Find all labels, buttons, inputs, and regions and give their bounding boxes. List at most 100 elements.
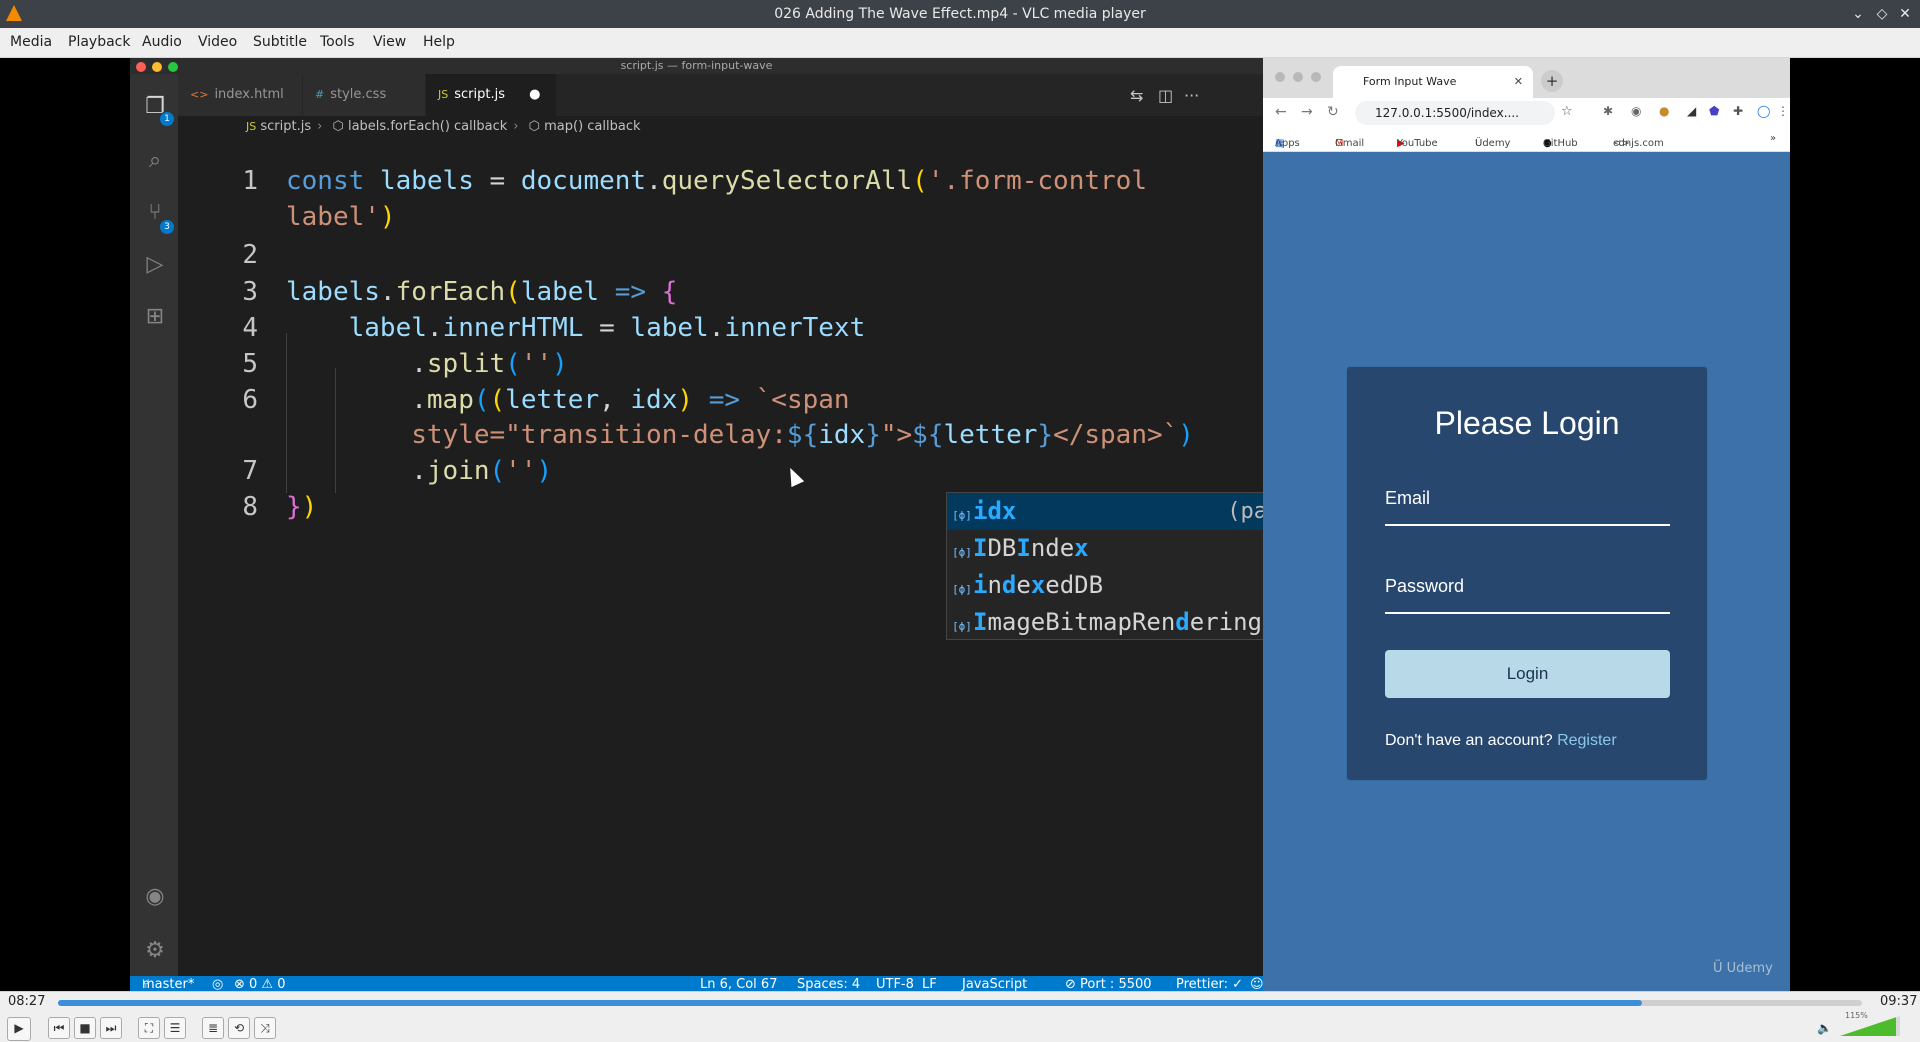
login-title: Please Login <box>1434 405 1620 441</box>
code-line[interactable]: .split('') <box>286 349 568 379</box>
minimize-light-icon[interactable] <box>1293 72 1303 82</box>
volume-slider[interactable] <box>1840 1016 1900 1036</box>
extension-icon[interactable]: ⬟ <box>1709 104 1719 118</box>
player-controls: 08:27 09:37 ▶ ⏮ ■ ⏭ ⛶ ☰ ≣ ⟲ ⤨ 🔈 115% <box>0 991 1920 1042</box>
suggestion-item[interactable]: [ϕ]IDBIndex <box>947 530 1263 567</box>
previous-icon[interactable]: ⏮ <box>48 1017 70 1039</box>
menu-tools[interactable]: Tools <box>320 34 355 50</box>
code-line[interactable]: .map((letter, idx) => `<span <box>286 385 849 415</box>
browser-menu-icon[interactable]: ⋮ <box>1777 104 1789 118</box>
menu-subtitle[interactable]: Subtitle <box>253 34 307 50</box>
next-icon[interactable]: ⏭ <box>100 1017 122 1039</box>
extension-icon[interactable]: ✱ <box>1603 104 1613 118</box>
run-debug-icon[interactable]: ▷ <box>142 252 168 278</box>
extensions-puzzle-icon[interactable]: ✚ <box>1733 104 1743 118</box>
code-line[interactable]: }) <box>286 492 317 522</box>
bookmark-star-icon[interactable]: ☆ <box>1561 104 1573 119</box>
explorer-badge: 1 <box>160 112 174 126</box>
suggestion-item[interactable]: [ϕ]ImageBitmapRenderingConte… <box>947 604 1263 641</box>
open-changes-icon[interactable]: ⇆ <box>1130 86 1143 105</box>
variable-icon: [ϕ] <box>952 546 972 559</box>
tab-label: style.css <box>330 87 387 102</box>
reload-icon[interactable]: ↻ <box>1327 104 1339 120</box>
browser-toolbar: ← → ↻ 127.0.0.1:5500/index.... ☆ ✱ ◉ ● ◢… <box>1263 98 1790 128</box>
more-actions-icon[interactable]: ··· <box>1184 86 1199 105</box>
js-file-icon: JS <box>438 88 449 101</box>
tab-index-html[interactable]: <> index.html <box>178 74 302 116</box>
menu-playback[interactable]: Playback <box>68 34 130 50</box>
html-file-icon: <> <box>190 88 209 101</box>
account-icon[interactable]: ◉ <box>142 884 168 910</box>
play-icon[interactable]: ▶ <box>7 1017 31 1041</box>
code-line[interactable]: .join('') <box>286 456 552 486</box>
variable-icon: [ϕ] <box>952 509 972 522</box>
email-field[interactable] <box>1385 524 1670 526</box>
loop-icon[interactable]: ⟲ <box>228 1017 250 1039</box>
udemy-watermark: Ü Udemy <box>1713 961 1773 976</box>
extension-icon[interactable]: ◢ <box>1687 104 1696 118</box>
extension-icon[interactable]: ◉ <box>1631 104 1641 118</box>
breadcrumb-item[interactable]: labels.forEach() callback <box>348 119 507 134</box>
suggestion-item[interactable]: [ϕ]indexedDB <box>947 567 1263 604</box>
line-number: 3 <box>242 277 258 307</box>
menu-audio[interactable]: Audio <box>142 34 182 50</box>
address-bar[interactable]: 127.0.0.1:5500/index.... <box>1355 101 1555 125</box>
menu-help[interactable]: Help <box>423 34 455 50</box>
login-button[interactable]: Login <box>1385 650 1670 698</box>
new-tab-icon[interactable]: + <box>1541 70 1563 92</box>
zoom-light-icon[interactable] <box>1311 72 1321 82</box>
vscode-titlebar: script.js — form-input-wave <box>130 58 1263 74</box>
menu-view[interactable]: View <box>373 34 406 50</box>
menu-media[interactable]: Media <box>10 34 52 50</box>
extensions-icon[interactable]: ⊞ <box>142 304 168 330</box>
line-number: 6 <box>242 385 258 415</box>
suggestion-item[interactable]: [ϕ]idx(parameter… <box>947 493 1263 530</box>
code-line[interactable]: const labels = document.querySelectorAll… <box>286 166 1147 196</box>
back-icon[interactable]: ← <box>1275 104 1287 120</box>
breadcrumb-item[interactable]: map() callback <box>544 119 640 134</box>
browser-tabstrip: Form Input Wave ✕ + <box>1263 58 1790 98</box>
maximize-icon[interactable]: ◇ <box>1872 4 1892 24</box>
browser-tab[interactable]: Form Input Wave ✕ <box>1333 66 1533 98</box>
forward-icon[interactable]: → <box>1301 104 1313 120</box>
code-line[interactable]: style="transition-delay:${idx}">${letter… <box>286 420 1194 450</box>
minimap[interactable] <box>1226 220 1263 228</box>
breadcrumb: JS script.js › ⬡ labels.forEach() callbac… <box>178 116 1263 138</box>
css-file-icon: # <box>315 88 325 101</box>
search-icon[interactable]: ⌕ <box>142 148 168 174</box>
password-field[interactable] <box>1385 612 1670 614</box>
split-editor-icon[interactable]: ◫ <box>1158 86 1173 105</box>
code-line[interactable]: labels.forEach(label => { <box>286 277 677 307</box>
close-light-icon[interactable] <box>1275 72 1285 82</box>
breadcrumb-item[interactable]: script.js <box>260 119 311 134</box>
extension-icon[interactable]: ● <box>1659 104 1669 118</box>
tab-close-icon[interactable]: ✕ <box>1514 66 1523 98</box>
line-number: 5 <box>242 349 258 379</box>
extended-settings-icon[interactable]: ☰ <box>164 1017 186 1039</box>
speaker-icon[interactable]: 🔈 <box>1817 1021 1832 1035</box>
code-line[interactable]: label') <box>286 202 396 232</box>
close-icon[interactable]: ✕ <box>1895 4 1915 24</box>
browser-tab-title: Form Input Wave <box>1363 75 1457 88</box>
symbol-icon: ⬡ <box>528 119 540 134</box>
playlist-icon[interactable]: ≣ <box>202 1017 224 1039</box>
suggest-widget[interactable]: [ϕ]idx(parameter…[ϕ]IDBIndex[ϕ]indexedDB… <box>946 492 1263 640</box>
tab-script-js[interactable]: JS script.js ● <box>426 74 556 116</box>
shuffle-icon[interactable]: ⤨ <box>254 1017 276 1039</box>
more-bookmarks-icon[interactable]: » <box>1770 133 1776 144</box>
browser-window: Form Input Wave ✕ + ← → ↻ 127.0.0.1:5500… <box>1263 58 1790 991</box>
profile-icon[interactable]: ◯ <box>1757 104 1770 118</box>
minimize-icon[interactable]: ⌄ <box>1848 4 1868 24</box>
variable-icon: [ϕ] <box>952 620 972 633</box>
stop-icon[interactable]: ■ <box>74 1017 96 1039</box>
settings-gear-icon[interactable]: ⚙ <box>142 938 168 964</box>
fullscreen-icon[interactable]: ⛶ <box>138 1017 160 1039</box>
vscode-title: script.js — form-input-wave <box>620 59 773 72</box>
window-title: 026 Adding The Wave Effect.mp4 - VLC med… <box>774 6 1146 22</box>
unsaved-dot-icon[interactable]: ● <box>529 87 540 102</box>
code-line[interactable]: label.innerHTML = label.innerText <box>286 313 866 343</box>
seek-slider[interactable] <box>58 1000 1862 1006</box>
tab-style-css[interactable]: # style.css <box>303 74 425 116</box>
register-link[interactable]: Register <box>1557 732 1617 749</box>
menu-video[interactable]: Video <box>198 34 237 50</box>
